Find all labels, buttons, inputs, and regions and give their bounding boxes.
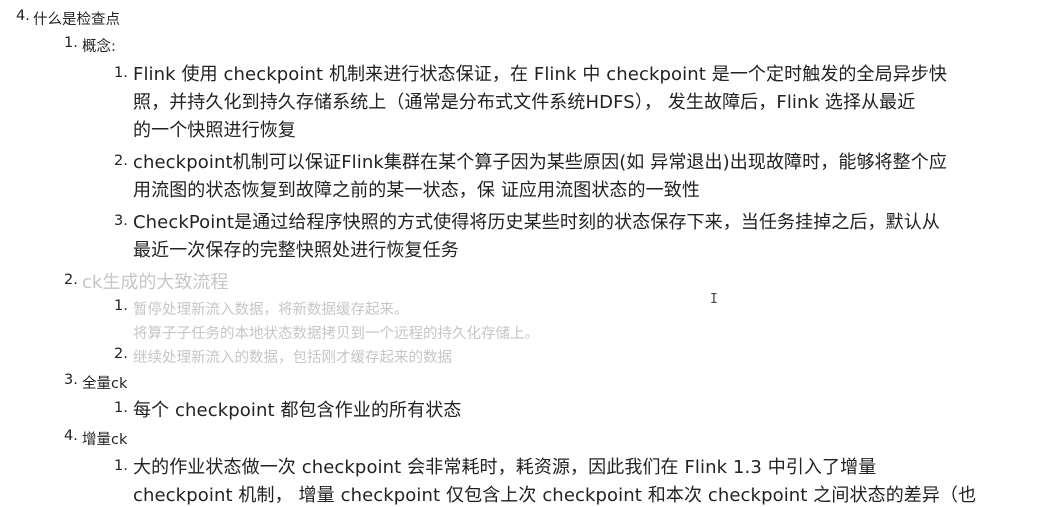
list-item-line: 用流图的状态恢复到故障之前的某一状态，保 证应用流图状态的一致性 <box>133 180 700 201</box>
list-item-line: checkpoint机制可以保证Flink集群在某个算子因为某些原因(如 异常退… <box>133 152 947 173</box>
list-item-line: 照，并持久化到持久存储系统上（通常是分布式文件系统HDFS）， 发生故障后，Fl… <box>133 92 916 113</box>
outline-number: 2. <box>64 272 78 288</box>
outline-number: 3. <box>64 372 78 388</box>
list-item-number: 2. <box>114 346 128 362</box>
list-item-line: Flink 使用 checkpoint 机制来进行状态保证，在 Flink 中 … <box>133 64 948 85</box>
list-item-line: 最近一次保存的完整快照处进行恢复任务 <box>133 240 459 261</box>
text-cursor-icon: I <box>710 292 718 307</box>
subsection-heading: 增量ck <box>82 432 128 448</box>
list-item-line: 暂停处理新流入数据，将新数据缓存起来。 <box>133 302 409 318</box>
list-item-number: 2. <box>114 153 128 169</box>
list-item-number: 1. <box>114 400 128 416</box>
outline-number: 4. <box>16 8 30 24</box>
list-item-line: 每个 checkpoint 都包含作业的所有状态 <box>133 400 462 421</box>
list-item-line: CheckPoint是通过给程序快照的方式使得将历史某些时刻的状态保存下来，当任… <box>133 212 940 233</box>
list-item-number: 3. <box>114 213 128 229</box>
subsection-heading: 概念: <box>82 39 116 55</box>
list-item-line: checkpoint 机制， 增量 checkpoint 仅包含上次 check… <box>133 485 977 506</box>
list-item-line: 的一个快照进行恢复 <box>133 120 296 141</box>
outline-number: 1. <box>64 35 78 51</box>
subsection-heading: ck生成的大致流程 <box>82 272 229 293</box>
section-heading: 什么是检查点 <box>33 12 120 28</box>
subsection-heading: 全量ck <box>82 376 128 392</box>
list-item-line: 将算子子任务的本地状态数据拷贝到一个远程的持久化存储上。 <box>133 326 539 342</box>
list-item-number: 1. <box>114 65 128 81</box>
list-item-line: 继续处理新流入的数据，包括刚才缓存起来的数据 <box>133 350 452 366</box>
list-item-number: 1. <box>114 458 128 474</box>
list-item-line: 大的作业状态做一次 checkpoint 会非常耗时，耗资源，因此我们在 Fli… <box>133 457 877 478</box>
list-item-number: 1. <box>114 298 128 314</box>
outline-number: 4. <box>64 428 78 444</box>
